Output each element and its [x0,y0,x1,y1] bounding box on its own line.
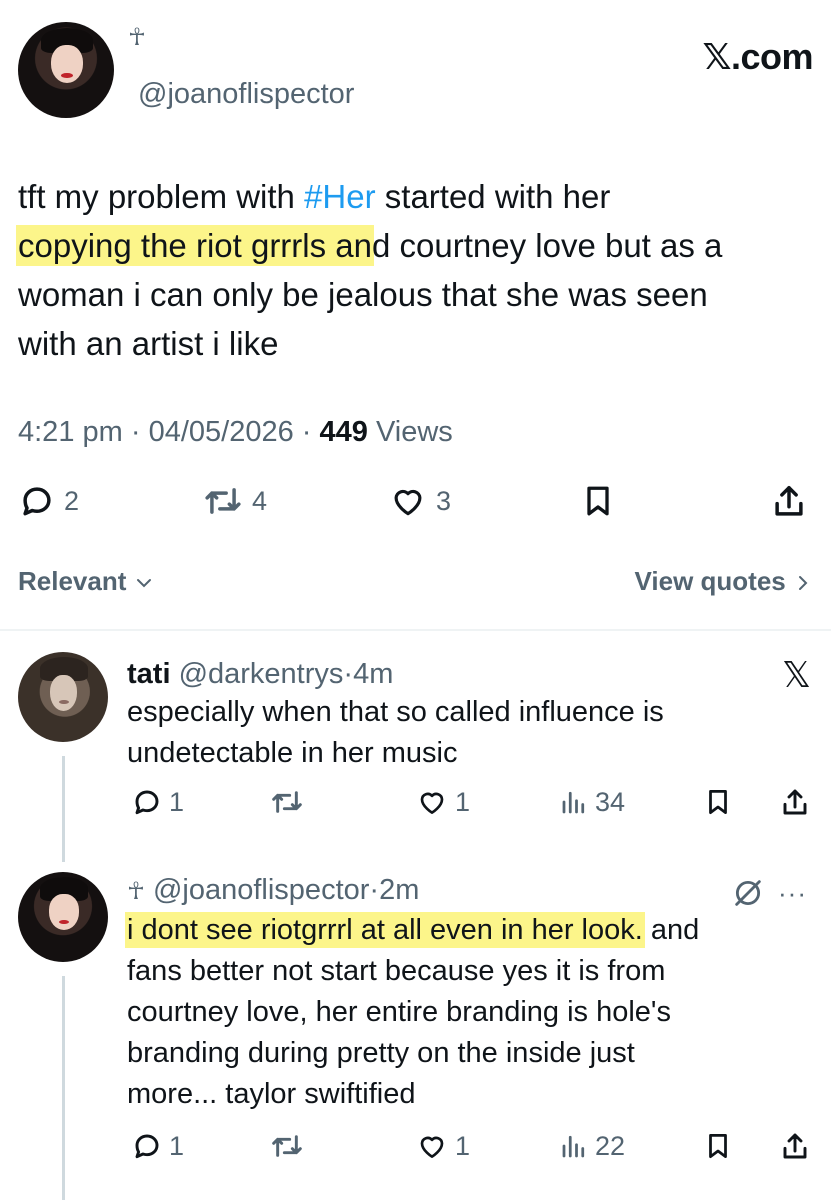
tweet-date[interactable]: 04/05/2026 [149,416,294,448]
views-count: 449 [319,416,368,448]
share-icon [783,789,807,815]
replies-filter-row: Relevant View quotes [18,566,813,602]
like-count: 1 [455,786,471,817]
sort-dropdown[interactable]: Relevant [18,566,154,597]
tweet-time[interactable]: 4:21 pm [18,416,123,448]
bookmark-icon [709,1134,727,1158]
like-button[interactable]: 3 [388,482,451,520]
highlighted-text: copying the riot grrrls an [18,227,372,264]
avatar[interactable] [18,652,108,742]
reply-header: tati @darkentrys·4m [127,658,394,690]
x-logo-watermark: 𝕏.com [702,36,813,77]
views-label: Views [375,416,453,448]
reply-actions: 1 1 34 [127,786,817,826]
views-count: 34 [595,786,626,817]
author-handle[interactable]: @joanoflispector [153,874,369,906]
reply-text: especially when that so called influence… [127,696,664,769]
repost-icon [205,488,241,514]
thread-line [62,756,65,862]
divider [0,629,831,631]
bookmark-icon [709,790,727,814]
author-handle[interactable]: @joanoflispector [138,78,354,111]
reply-icon [135,1134,159,1159]
bookmark-button[interactable] [580,482,616,520]
like-button[interactable]: 1 [415,1130,470,1162]
reply-tweet[interactable]: tati @darkentrys·4m 𝕏 especially when th… [0,652,831,862]
reply-button[interactable]: 1 [131,1130,184,1162]
bookmark-button[interactable] [703,786,733,818]
reply-count: 1 [169,1130,185,1161]
tweet-line: tft my problem with #Her started with he… [18,178,611,215]
tweet-thread-page: ☥ @joanoflispector 𝕏.com tft my problem … [0,0,831,1200]
heart-icon [394,489,422,516]
reply-time[interactable]: 4m [353,658,393,690]
views-button[interactable]: 34 [559,786,625,818]
share-button[interactable] [779,786,811,820]
share-button[interactable] [779,1130,811,1164]
analytics-icon [562,1135,585,1158]
like-count: 1 [455,1130,471,1161]
no-views-icon[interactable] [731,876,765,910]
main-tweet-header: ☥ @joanoflispector 𝕏.com [18,22,813,122]
reply-button[interactable]: 1 [131,786,184,818]
view-quotes-label: View quotes [634,566,786,596]
reply-tweet[interactable]: ☥ @joanoflispector·2m ··· i dont see rio… [0,872,831,1200]
share-icon [783,1133,807,1159]
tweet-line: woman i can only be jealous that she was… [18,276,708,313]
views-button[interactable]: 22 [559,1130,625,1162]
views-count: 22 [595,1130,626,1161]
chevron-right-icon [799,576,808,591]
repost-button[interactable]: 4 [202,482,267,520]
repost-button[interactable] [269,786,305,818]
more-options-icon[interactable]: ··· [778,878,807,909]
share-button[interactable] [770,482,808,522]
tweet-meta: 4:21 pm · 04/05/2026 · 449 Views [18,416,453,448]
reply-text: i dont see riotgrrrl at all even in her … [127,914,700,1110]
author-handle[interactable]: @darkentrys [179,658,344,690]
avatar[interactable] [18,22,114,118]
chevron-down-icon [136,579,151,588]
sort-label: Relevant [18,566,127,596]
tweet-line: with an artist i like [18,325,279,362]
like-button[interactable]: 1 [415,786,470,818]
ankh-display-name[interactable]: ☥ [128,26,146,50]
bookmark-icon [587,486,609,516]
thread-line [62,976,65,1200]
analytics-icon [562,791,585,814]
bookmark-button[interactable] [703,1130,733,1162]
share-icon [775,486,803,516]
repost-icon [272,1135,302,1157]
tweet-text: tft my problem with #Her started with he… [18,172,808,368]
display-name[interactable]: tati [127,658,171,690]
like-count: 3 [436,485,452,516]
heart-icon [420,1136,444,1158]
reply-button[interactable]: 2 [18,482,79,520]
view-quotes-link[interactable]: View quotes [635,566,813,597]
heart-icon [420,792,444,814]
repost-button[interactable] [269,1130,305,1162]
reply-actions: 1 1 22 [127,1130,817,1170]
repost-icon [272,791,302,813]
x-logo-icon: 𝕏 [781,654,811,695]
hashtag-link[interactable]: #Her [304,178,376,215]
reply-header: ☥ @joanoflispector·2m [127,874,420,906]
reply-count: 1 [169,786,185,817]
reply-icon [23,487,51,516]
reply-time[interactable]: 2m [379,874,419,906]
ankh-display-name[interactable]: ☥ [127,878,145,905]
reply-count: 2 [64,485,80,516]
highlighted-text: i dont see riotgrrrl at all even in her … [127,914,643,946]
reply-icon [135,790,159,815]
tweet-line: copying the riot grrrls and courtney lov… [18,227,723,264]
avatar[interactable] [18,872,108,962]
repost-count: 4 [252,485,268,516]
tweet-actions: 2 4 3 [18,478,813,526]
